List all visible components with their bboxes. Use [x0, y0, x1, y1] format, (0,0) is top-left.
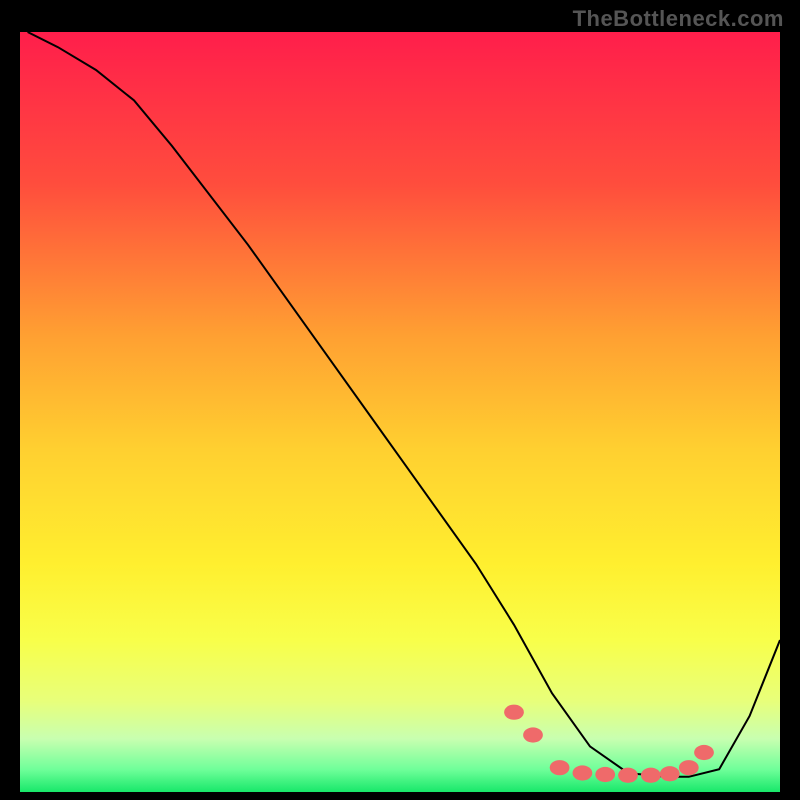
watermark-text: TheBottleneck.com [573, 6, 784, 32]
chart-frame [16, 30, 784, 798]
highlight-point [694, 745, 714, 760]
highlight-point [573, 765, 593, 780]
highlight-point [660, 766, 680, 781]
highlight-point [641, 768, 661, 783]
highlight-point [523, 727, 543, 742]
highlight-point [550, 760, 570, 775]
gradient-background [20, 32, 780, 792]
highlight-point [618, 768, 638, 783]
highlight-point [504, 705, 524, 720]
bottleneck-chart [20, 32, 780, 792]
highlight-point [595, 767, 615, 782]
highlight-point [679, 760, 699, 775]
